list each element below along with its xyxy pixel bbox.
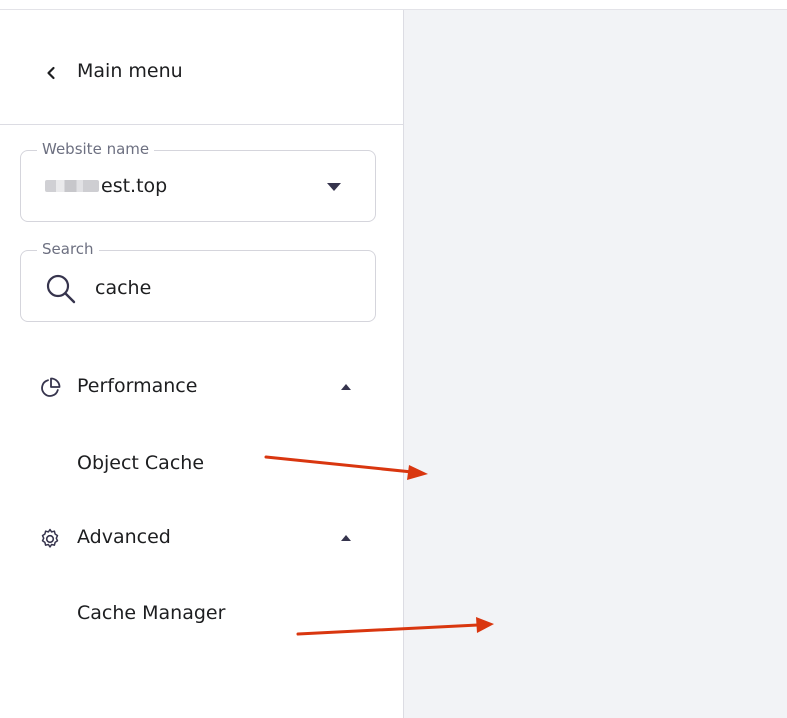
caret-up-icon[interactable] [341, 535, 351, 541]
main-menu-label: Main menu [77, 60, 183, 82]
advanced-group-header[interactable]: Advanced [0, 513, 403, 565]
search-icon [46, 274, 76, 304]
chevron-left-icon [47, 66, 55, 80]
nav-item-object-cache[interactable]: Object Cache [77, 452, 204, 474]
search-input[interactable] [95, 271, 355, 305]
performance-group-header[interactable]: Performance [0, 362, 403, 414]
pie-chart-icon [41, 377, 61, 397]
nav-item-cache-manager[interactable]: Cache Manager [77, 602, 225, 624]
website-name-select[interactable]: Website name est.top [20, 140, 376, 222]
redacted-text [45, 180, 99, 192]
caret-up-icon[interactable] [341, 384, 351, 390]
search-legend: Search [37, 240, 99, 258]
caret-down-icon[interactable] [327, 183, 341, 191]
website-name-legend: Website name [37, 140, 155, 158]
search-field[interactable]: Search [20, 240, 376, 322]
gear-icon [41, 528, 59, 548]
main-content-area [404, 10, 787, 718]
main-menu-back-link[interactable]: Main menu [0, 10, 403, 125]
performance-label: Performance [77, 375, 198, 397]
advanced-label: Advanced [77, 526, 171, 548]
top-border [0, 0, 787, 10]
website-name-value: est.top [101, 175, 168, 197]
